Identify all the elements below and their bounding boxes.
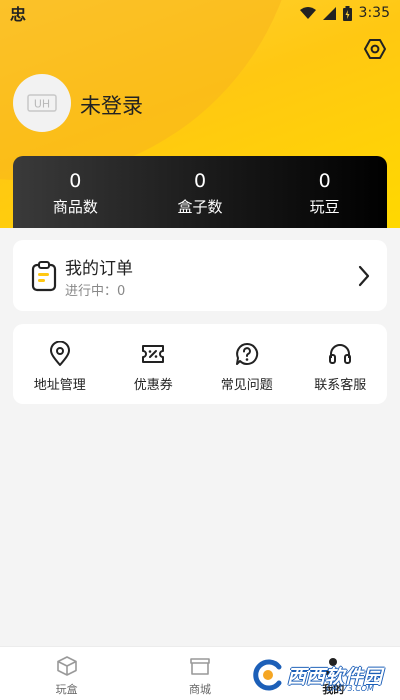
tool-label: 优惠券 <box>133 378 173 393</box>
tab-boxes[interactable]: 玩盒 <box>0 647 133 700</box>
stat-label: 玩豆 <box>309 198 340 216</box>
avatar-placeholder-icon: UH <box>27 94 57 112</box>
my-orders-card[interactable]: 我的订单 进行中：0 <box>13 240 387 311</box>
status-bar: 忠 3:35 <box>0 0 400 26</box>
watermark-logo-icon <box>253 659 282 691</box>
orders-in-progress: 进行中：0 <box>65 284 126 299</box>
app-notification-icon: 忠 <box>10 5 27 24</box>
stat-value: 0 <box>193 170 207 192</box>
stat-value: 0 <box>69 170 82 192</box>
store-icon <box>190 658 210 675</box>
status-icons: 3:35 <box>299 5 390 21</box>
signal-icon <box>322 6 336 20</box>
stats-panel: 0 商品数 0 盒子数 0 玩豆 <box>13 156 387 228</box>
box-icon <box>56 656 77 676</box>
avatar[interactable]: UH <box>13 74 71 132</box>
watermark-url: CR173.COM <box>326 684 374 693</box>
tab-label: 玩盒 <box>55 683 78 696</box>
settings-icon[interactable] <box>364 38 386 60</box>
stat-beans[interactable]: 0 玩豆 <box>262 156 387 228</box>
tool-label: 联系客服 <box>314 378 367 393</box>
stat-label: 盒子数 <box>177 198 223 216</box>
help-icon <box>235 342 258 365</box>
address-management-button[interactable]: 地址管理 <box>13 324 107 404</box>
stat-label: 商品数 <box>52 198 98 216</box>
services-card: 地址管理 优惠券 常见问题 联系客服 <box>13 324 387 404</box>
profile-header: 忠 3:35 UH 未登录 0 商品数 0 盒子数 0 玩豆 <box>0 0 400 228</box>
location-pin-icon <box>49 341 70 366</box>
faq-button[interactable]: 常见问题 <box>200 324 294 404</box>
coupon-icon <box>142 345 165 363</box>
customer-service-button[interactable]: 联系客服 <box>294 324 388 404</box>
stat-boxes[interactable]: 0 盒子数 <box>138 156 263 228</box>
chevron-right-icon <box>358 265 370 287</box>
battery-icon <box>342 5 352 21</box>
stat-products[interactable]: 0 商品数 <box>13 156 138 228</box>
tab-label: 商城 <box>188 683 211 696</box>
tool-label: 地址管理 <box>33 378 86 393</box>
svg-text:UH: UH <box>34 98 50 111</box>
login-status[interactable]: 未登录 <box>80 90 143 120</box>
headset-icon <box>329 344 352 364</box>
my-orders-title: 我的订单 <box>65 259 133 279</box>
clock: 3:35 <box>358 5 390 21</box>
stat-value: 0 <box>318 170 331 192</box>
watermark: 西西软件园 CR173.COM <box>251 656 382 694</box>
clipboard-icon <box>31 261 57 292</box>
wifi-icon <box>299 6 316 19</box>
coupons-button[interactable]: 优惠券 <box>107 324 201 404</box>
tool-label: 常见问题 <box>220 378 273 393</box>
tab-store[interactable]: 商城 <box>133 647 266 700</box>
